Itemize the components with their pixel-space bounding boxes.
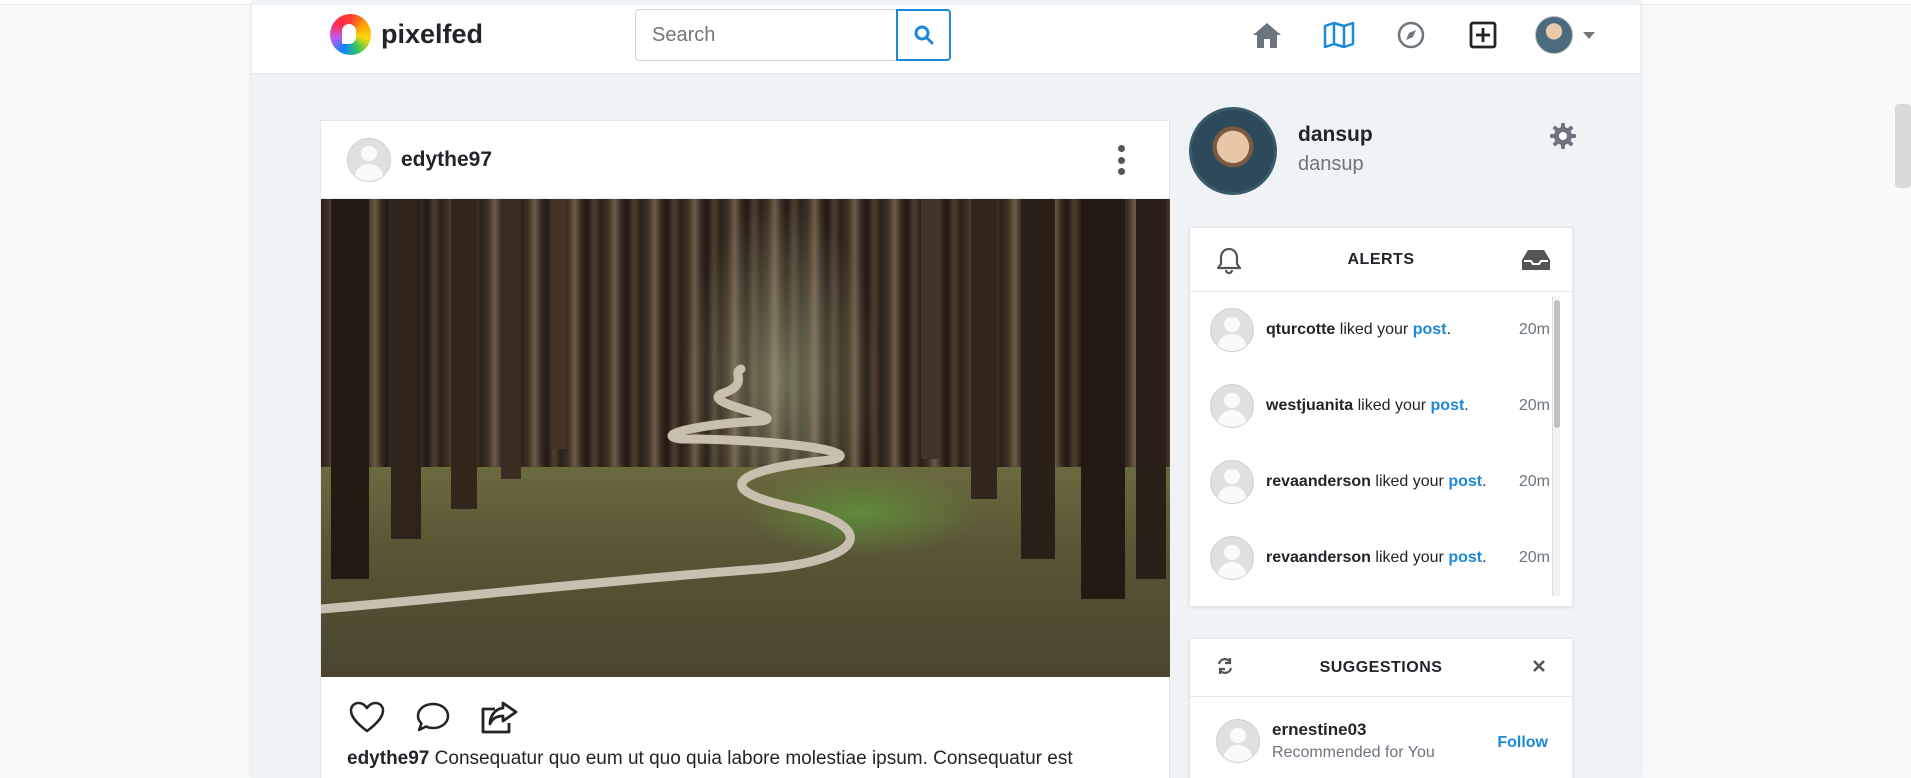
share-icon bbox=[481, 701, 518, 734]
post-header: edythe97 bbox=[321, 121, 1169, 199]
alert-action: liked your bbox=[1370, 549, 1449, 566]
post-card: edythe97 edythe97 Consequatur quo eum ut… bbox=[320, 120, 1170, 778]
navbar: pixelfed bbox=[252, 5, 1640, 74]
plus-square-icon bbox=[1469, 21, 1497, 49]
alert-username[interactable]: westjuanita bbox=[1266, 397, 1353, 414]
alert-text: revaanderson liked your post. bbox=[1266, 473, 1487, 491]
new-post-button[interactable] bbox=[1463, 15, 1503, 55]
alert-avatar[interactable] bbox=[1210, 384, 1254, 428]
map-button[interactable] bbox=[1319, 15, 1359, 55]
alerts-scrollbar[interactable] bbox=[1552, 296, 1560, 596]
alerts-scrollbar-thumb[interactable] bbox=[1554, 300, 1560, 428]
alert-time: 20m bbox=[1518, 397, 1550, 414]
alert-time: 20m bbox=[1518, 549, 1550, 566]
heart-icon bbox=[349, 701, 385, 733]
alert-username[interactable]: qturcotte bbox=[1266, 321, 1335, 338]
list-item[interactable]: revaanderson liked your post. 20m bbox=[1190, 444, 1572, 520]
page-container: pixelfed Search edythe97 edythe97 Conseq… bbox=[252, 0, 1640, 778]
suggestions-header: SUGGESTIONS bbox=[1190, 639, 1572, 697]
alert-post-link[interactable]: post bbox=[1413, 321, 1447, 338]
close-suggestions-button[interactable] bbox=[1532, 659, 1546, 678]
alert-action: liked your bbox=[1353, 397, 1431, 414]
search-bar bbox=[635, 9, 951, 61]
alert-post-link[interactable]: post bbox=[1448, 549, 1482, 566]
alert-text: revaanderson liked your post. bbox=[1266, 549, 1487, 567]
alert-punct: . bbox=[1446, 321, 1451, 338]
suggestions-card: SUGGESTIONS ernestine03 Recommended for … bbox=[1189, 638, 1573, 778]
map-icon bbox=[1323, 21, 1355, 49]
alert-punct: . bbox=[1482, 549, 1487, 566]
alerts-title: ALERTS bbox=[1347, 250, 1415, 268]
follow-button[interactable]: Follow bbox=[1497, 734, 1548, 752]
suggestion-info: ernestine03 Recommended for You bbox=[1272, 720, 1435, 762]
suggestions-title: SUGGESTIONS bbox=[1319, 658, 1443, 676]
profile-handle: dansup bbox=[1298, 153, 1364, 175]
caption-text: Consequatur quo eum ut quo quia labore m… bbox=[429, 748, 1073, 769]
alert-avatar[interactable] bbox=[1210, 460, 1254, 504]
suggestion-username[interactable]: ernestine03 bbox=[1272, 720, 1435, 740]
post-actions bbox=[321, 677, 1169, 737]
alert-time: 20m bbox=[1518, 321, 1550, 338]
refresh-icon bbox=[1217, 658, 1233, 674]
suggestion-reason: Recommended for You bbox=[1272, 744, 1435, 761]
caret-down-icon[interactable] bbox=[1583, 31, 1595, 39]
search-input[interactable] bbox=[635, 9, 897, 61]
alerts-card: ALERTS qturcotte liked your post. 20m we… bbox=[1189, 227, 1573, 607]
window-scrollbar-thumb[interactable] bbox=[1895, 104, 1911, 188]
bell-icon bbox=[1216, 247, 1242, 275]
pixelfed-logo-icon bbox=[330, 14, 371, 55]
alert-avatar[interactable] bbox=[1210, 308, 1254, 352]
suggestion-avatar[interactable] bbox=[1216, 719, 1260, 763]
profile-avatar[interactable] bbox=[1189, 107, 1277, 195]
like-button[interactable] bbox=[347, 697, 387, 737]
home-icon bbox=[1253, 23, 1281, 48]
alert-avatar[interactable] bbox=[1210, 536, 1254, 580]
alerts-list[interactable]: qturcotte liked your post. 20m westjuani… bbox=[1190, 292, 1572, 606]
alert-post-link[interactable]: post bbox=[1431, 397, 1465, 414]
list-item[interactable]: westjuanita liked your post. 20m bbox=[1190, 368, 1572, 444]
post-image[interactable] bbox=[321, 199, 1170, 677]
more-vertical-icon[interactable] bbox=[1115, 145, 1127, 175]
notifications-button[interactable] bbox=[1216, 246, 1242, 279]
comment-icon bbox=[416, 702, 450, 732]
profile-summary: dansup dansup bbox=[1189, 107, 1577, 195]
post-author-username[interactable]: edythe97 bbox=[401, 148, 492, 172]
gear-icon bbox=[1550, 123, 1576, 149]
alerts-header: ALERTS bbox=[1190, 228, 1572, 292]
post-caption: edythe97 Consequatur quo eum ut quo quia… bbox=[321, 737, 1169, 778]
image-trees bbox=[331, 199, 1166, 599]
inbox-button[interactable] bbox=[1520, 248, 1552, 277]
alert-action: liked your bbox=[1370, 473, 1449, 490]
alert-text: qturcotte liked your post. bbox=[1266, 321, 1451, 339]
discover-button[interactable] bbox=[1391, 15, 1431, 55]
alert-punct: . bbox=[1482, 473, 1487, 490]
alert-text: westjuanita liked your post. bbox=[1266, 397, 1469, 415]
brand-name: pixelfed bbox=[381, 19, 484, 49]
list-item[interactable]: qturcotte liked your post. 20m bbox=[1190, 292, 1572, 368]
refresh-button[interactable] bbox=[1216, 657, 1234, 680]
alert-username[interactable]: revaanderson bbox=[1266, 549, 1371, 566]
compass-icon bbox=[1397, 21, 1425, 49]
home-button[interactable] bbox=[1247, 15, 1287, 55]
caption-username[interactable]: edythe97 bbox=[347, 748, 429, 769]
list-item[interactable]: revaanderson liked your post. 20m bbox=[1190, 520, 1572, 596]
search-icon bbox=[914, 25, 933, 45]
alert-post-link[interactable]: post bbox=[1448, 473, 1482, 490]
profile-name[interactable]: dansup bbox=[1298, 123, 1373, 147]
inbox-icon bbox=[1522, 250, 1550, 270]
post-author-avatar[interactable] bbox=[347, 137, 391, 182]
alert-action: liked your bbox=[1335, 321, 1413, 338]
nav-icons bbox=[1247, 15, 1595, 55]
share-button[interactable] bbox=[479, 697, 519, 737]
user-avatar[interactable] bbox=[1535, 16, 1573, 54]
alert-punct: . bbox=[1464, 397, 1469, 414]
alert-username[interactable]: revaanderson bbox=[1266, 473, 1371, 490]
comment-button[interactable] bbox=[413, 697, 453, 737]
alert-time: 20m bbox=[1518, 473, 1550, 490]
close-icon bbox=[1533, 660, 1545, 672]
brand[interactable]: pixelfed bbox=[330, 14, 483, 55]
search-button[interactable] bbox=[896, 9, 951, 61]
suggestion-item: ernestine03 Recommended for You Follow bbox=[1190, 697, 1572, 763]
settings-button[interactable] bbox=[1549, 122, 1577, 155]
